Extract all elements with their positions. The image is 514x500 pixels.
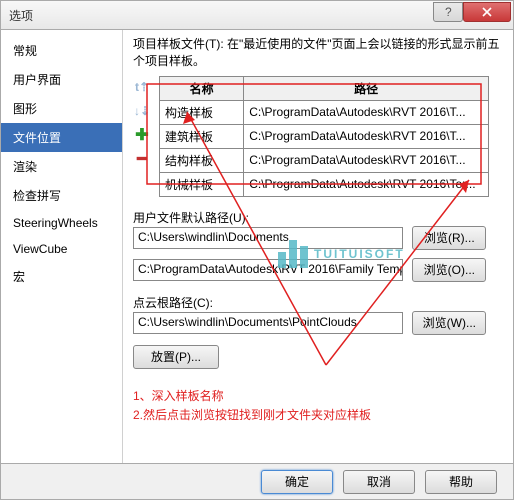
- sidebar-item-label: SteeringWheels: [13, 216, 98, 230]
- sidebar-item-label: 渲染: [13, 160, 37, 174]
- move-down-button[interactable]: ↓⇣: [133, 102, 151, 120]
- cell-path[interactable]: C:\ProgramData\Autodesk\RVT 2016\T...: [244, 100, 489, 124]
- content-panel: 项目样板文件(T): 在"最近使用的文件"页面上会以链接的形式显示前五个项目样板…: [123, 30, 513, 463]
- default-path-input[interactable]: C:\Users\windlin\Documents: [133, 227, 403, 249]
- sidebar-item-label: 常规: [13, 44, 37, 58]
- sidebar-item-file-location[interactable]: 文件位置: [1, 123, 122, 152]
- table-row[interactable]: 构造样板C:\ProgramData\Autodesk\RVT 2016\T..…: [160, 100, 489, 124]
- table-tools: t⇡ ↓⇣ ✚ ━: [133, 78, 153, 168]
- annotation-line1: 1、深入样板名称: [133, 387, 503, 406]
- table-row[interactable]: 建筑样板C:\ProgramData\Autodesk\RVT 2016\T..…: [160, 124, 489, 148]
- sidebar-item-ui[interactable]: 用户界面: [1, 65, 122, 94]
- cell-name[interactable]: 机械样板: [160, 172, 244, 196]
- titlebar: 选项 ?: [0, 0, 514, 30]
- sidebar-item-viewcube[interactable]: ViewCube: [1, 236, 122, 262]
- description-text: 项目样板文件(T): 在"最近使用的文件"页面上会以链接的形式显示前五个项目样板…: [133, 36, 503, 70]
- pointcloud-path-label: 点云根路径(C):: [133, 294, 503, 311]
- browse-family-button[interactable]: 浏览(O)...: [412, 258, 486, 282]
- ok-button[interactable]: 确定: [261, 470, 333, 494]
- family-path-input[interactable]: C:\ProgramData\Autodesk\RVT 2016\Family …: [133, 259, 403, 281]
- dialog-footer: 确定 取消 帮助: [0, 464, 514, 500]
- annotation-text: 1、深入样板名称 2.然后点击浏览按钮找到刚才文件夹对应样板: [133, 387, 503, 425]
- cell-name[interactable]: 构造样板: [160, 100, 244, 124]
- cell-name[interactable]: 结构样板: [160, 148, 244, 172]
- help-button-footer[interactable]: 帮助: [425, 470, 497, 494]
- cell-path[interactable]: C:\ProgramData\Autodesk\RVT 2016\T...: [244, 124, 489, 148]
- cell-path[interactable]: C:\ProgramData\Autodesk\RVT 2016\Ter...: [244, 172, 489, 196]
- sidebar-item-graphics[interactable]: 图形: [1, 94, 122, 123]
- sidebar-item-label: 文件位置: [13, 131, 61, 145]
- sidebar-item-render[interactable]: 渲染: [1, 152, 122, 181]
- cancel-button[interactable]: 取消: [343, 470, 415, 494]
- col-header-name: 名称: [160, 76, 244, 100]
- sidebar-item-label: 用户界面: [13, 73, 61, 87]
- sidebar-item-spellcheck[interactable]: 检查拼写: [1, 181, 122, 210]
- sidebar-item-label: 图形: [13, 102, 37, 116]
- sidebar-item-label: 检查拼写: [13, 189, 61, 203]
- browse-default-button[interactable]: 浏览(R)...: [412, 226, 486, 250]
- annotation-line2: 2.然后点击浏览按钮找到刚才文件夹对应样板: [133, 406, 503, 425]
- sidebar-item-general[interactable]: 常规: [1, 36, 122, 65]
- sidebar-item-steeringwheels[interactable]: SteeringWheels: [1, 210, 122, 236]
- pointcloud-path-input[interactable]: C:\Users\windlin\Documents\PointClouds: [133, 312, 403, 334]
- sidebar-item-label: 宏: [13, 270, 25, 284]
- window-title: 选项: [9, 7, 33, 24]
- move-up-button[interactable]: t⇡: [133, 78, 151, 96]
- browse-pointcloud-button[interactable]: 浏览(W)...: [412, 311, 486, 335]
- sidebar-item-label: ViewCube: [13, 242, 67, 256]
- default-path-label: 用户文件默认路径(U):: [133, 209, 503, 226]
- help-button[interactable]: ?: [433, 2, 463, 22]
- place-button[interactable]: 放置(P)...: [133, 345, 219, 369]
- sidebar: 常规 用户界面 图形 文件位置 渲染 检查拼写 SteeringWheels V…: [1, 30, 123, 463]
- svg-text:?: ?: [445, 7, 452, 17]
- window-controls: ?: [433, 2, 511, 22]
- table-row[interactable]: 结构样板C:\ProgramData\Autodesk\RVT 2016\T..…: [160, 148, 489, 172]
- close-button[interactable]: [463, 2, 511, 22]
- remove-button[interactable]: ━: [133, 150, 151, 168]
- sidebar-item-macro[interactable]: 宏: [1, 262, 122, 291]
- col-header-path: 路径: [244, 76, 489, 100]
- table-row[interactable]: 机械样板C:\ProgramData\Autodesk\RVT 2016\Ter…: [160, 172, 489, 196]
- add-button[interactable]: ✚: [133, 126, 151, 144]
- cell-name[interactable]: 建筑样板: [160, 124, 244, 148]
- template-table: 名称 路径 构造样板C:\ProgramData\Autodesk\RVT 20…: [159, 76, 489, 197]
- cell-path[interactable]: C:\ProgramData\Autodesk\RVT 2016\T...: [244, 148, 489, 172]
